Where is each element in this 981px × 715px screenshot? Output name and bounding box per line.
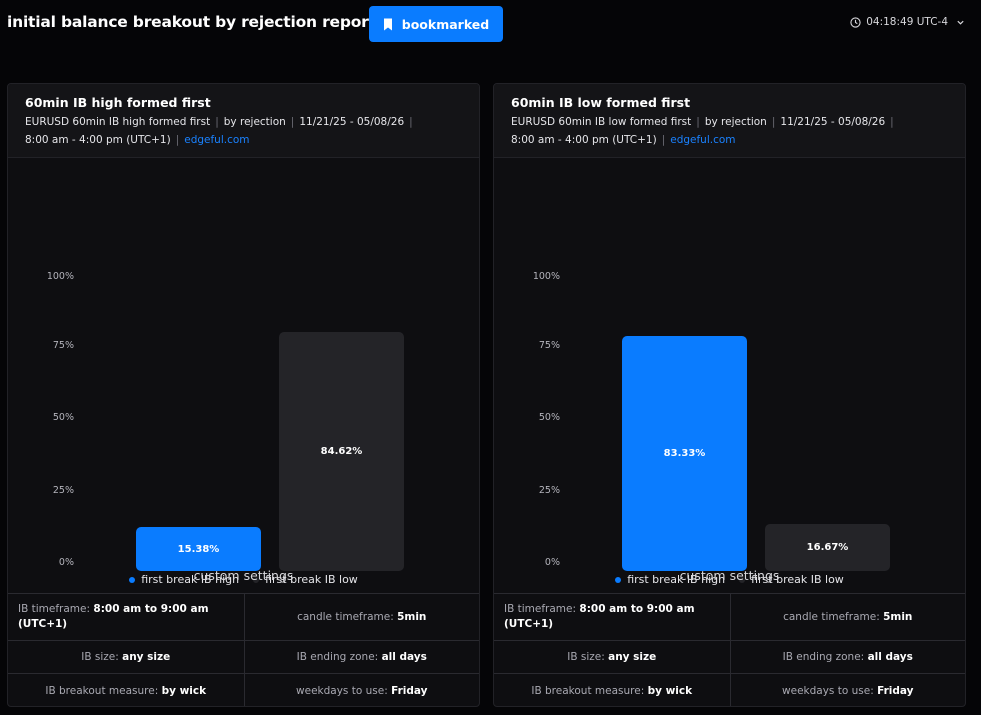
custom-settings-title: custom settings (193, 568, 294, 583)
setting-ib-breakout-measure: IB breakout measure: by wick (45, 685, 207, 697)
meta-date-range: 11/21/25 - 05/08/26 (299, 116, 405, 128)
timezone-selector[interactable]: 04:18:49 UTC-4 (850, 16, 965, 28)
setting-ib-timeframe: IB timeframe: 8:00 am to 9:00 am (UTC+1) (18, 603, 209, 630)
setting-weekdays: weekdays to use: Friday (729, 674, 966, 706)
clock-icon (850, 16, 861, 28)
settings-row: IB timeframe: 8:00 am to 9:00 am (UTC+1)… (494, 594, 965, 641)
setting-ib-breakout-measure: IB breakout measure: by wick (531, 685, 693, 697)
top-bar: initial balance breakout by rejection re… (0, 0, 981, 48)
bar-value-label: 15.38% (177, 543, 220, 555)
settings-row: IB breakout measure: by wick weekdays to… (494, 674, 966, 706)
setting-ib-size: IB size: any size (567, 651, 657, 663)
custom-settings-title: custom settings (679, 568, 780, 583)
meta-instrument: EURUSD 60min IB high formed first (25, 116, 211, 128)
bar-value-label: 84.62% (320, 446, 363, 458)
clock-time: 04:18:49 UTC-4 (866, 16, 948, 28)
settings-row: IB size: any size IB ending zone: all da… (8, 641, 479, 674)
settings-grid: IB timeframe: 8:00 am to 9:00 am (UTC+1)… (494, 593, 966, 706)
meta-session: 8:00 am - 4:00 pm (UTC+1) (25, 134, 171, 146)
report-card-ib-high: 60min IB high formed first EURUSD 60min … (7, 83, 480, 707)
card-title: 60min IB high formed first (25, 95, 211, 110)
meta-session: 8:00 am - 4:00 pm (UTC+1) (511, 134, 657, 146)
setting-ib-ending-zone: IB ending zone: all days (243, 641, 480, 673)
bar-chart: 100% 75% 50% 25% 0% 83.33% 16.67% first … (494, 159, 965, 586)
chevron-down-icon (957, 20, 964, 25)
edgeful-link[interactable]: edgeful.com (670, 134, 735, 146)
meta-date-range: 11/21/25 - 05/08/26 (780, 116, 886, 128)
y-tick-label: 25% (538, 485, 560, 496)
bar-first-break-ib-low[interactable]: 84.62% (279, 332, 404, 571)
setting-candle-timeframe: candle timeframe: 5min (243, 594, 480, 640)
edgeful-link[interactable]: edgeful.com (184, 134, 249, 146)
y-tick-label: 75% (538, 340, 560, 351)
setting-candle-timeframe: candle timeframe: 5min (729, 594, 966, 640)
bar-value-label: 83.33% (663, 447, 706, 459)
y-tick-label: 50% (52, 412, 74, 423)
page-title: initial balance breakout by rejection re… (7, 13, 376, 31)
y-tick-label: 50% (538, 412, 560, 423)
bookmark-button[interactable]: bookmarked (369, 6, 503, 42)
bookmark-label: bookmarked (401, 16, 490, 32)
meta-instrument: EURUSD 60min IB low formed first (511, 116, 692, 128)
y-tick-label: 100% (532, 271, 560, 282)
settings-row: IB breakout measure: by wick weekdays to… (8, 674, 480, 706)
bar-first-break-ib-high[interactable]: 83.33% (622, 336, 747, 571)
bar-first-break-ib-low[interactable]: 16.67% (765, 523, 890, 571)
card-title: 60min IB low formed first (511, 95, 691, 110)
y-tick-label: 75% (52, 340, 74, 351)
y-tick-label: 0% (544, 557, 560, 568)
bar-first-break-ib-high[interactable]: 15.38% (136, 527, 261, 571)
card-header: 60min IB high formed first EURUSD 60min … (8, 84, 479, 158)
card-meta: EURUSD 60min IB low formed first | by reje… (511, 116, 894, 146)
meta-method: by rejection (223, 116, 286, 128)
card-meta: EURUSD 60min IB high formed first | by rej… (25, 116, 413, 146)
setting-ib-timeframe: IB timeframe: 8:00 am to 9:00 am (UTC+1) (504, 603, 695, 630)
bar-chart: 100% 75% 50% 25% 0% 15.38% 84.62% first … (8, 159, 479, 586)
report-card-ib-low: 60min IB low formed first EURUSD 60min I… (493, 83, 966, 707)
bookmark-icon (383, 18, 392, 30)
y-tick-label: 100% (46, 271, 74, 282)
meta-method: by rejection (704, 116, 767, 128)
settings-row: IB timeframe: 8:00 am to 9:00 am (UTC+1)… (8, 594, 479, 641)
settings-row: IB size: any size IB ending zone: all da… (494, 641, 965, 674)
y-tick-label: 25% (52, 485, 74, 496)
setting-ib-ending-zone: IB ending zone: all days (729, 641, 966, 673)
setting-weekdays: weekdays to use: Friday (243, 674, 480, 706)
y-tick-label: 0% (58, 557, 74, 568)
setting-ib-size: IB size: any size (81, 651, 171, 663)
settings-grid: IB timeframe: 8:00 am to 9:00 am (UTC+1)… (8, 593, 480, 706)
card-header: 60min IB low formed first EURUSD 60min I… (494, 84, 965, 158)
bar-value-label: 16.67% (806, 541, 849, 553)
